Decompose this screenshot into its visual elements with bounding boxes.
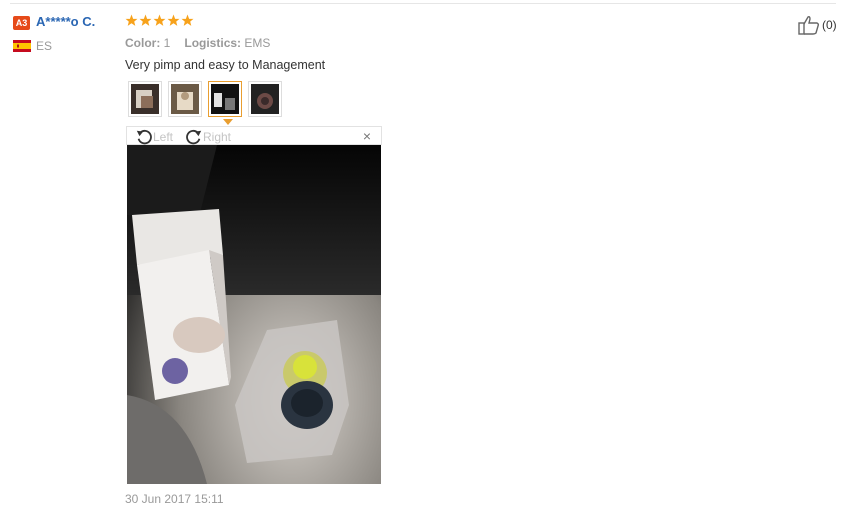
photo-thumbnail-1[interactable]	[128, 81, 162, 117]
thumbs-up-icon	[798, 16, 820, 35]
photo-thumbnail-2[interactable]	[168, 81, 202, 117]
reviewer-country: ES	[36, 39, 53, 53]
star-icon	[139, 14, 152, 26]
level-badge: A3	[13, 16, 30, 30]
attr-logistics: Logistics: EMS	[184, 36, 271, 50]
rotate-left-label: Left	[153, 129, 174, 144]
image-viewer-toolbar: Left Right ×	[126, 126, 382, 145]
rotate-left-icon	[136, 129, 152, 144]
star-icon	[181, 14, 194, 26]
reviewer-name[interactable]: A*****o C.	[36, 14, 95, 29]
spain-flag-icon	[13, 40, 31, 52]
review-date: 30 Jun 2017 15:11	[125, 492, 224, 506]
photo-thumbnail-3[interactable]	[208, 81, 242, 117]
star-rating	[125, 14, 194, 27]
star-icon	[153, 14, 166, 26]
helpful-button[interactable]: (0)	[798, 15, 837, 35]
helpful-count: (0)	[822, 18, 837, 32]
attr-color: Color: 1	[125, 36, 171, 50]
selected-thumbnail-caret	[223, 119, 233, 125]
rotate-right-button[interactable]: Right	[185, 127, 231, 146]
star-icon	[125, 14, 138, 26]
star-icon	[167, 14, 180, 26]
divider	[10, 3, 836, 4]
rotate-left-button[interactable]: Left	[135, 127, 173, 146]
review-photo-illustration	[127, 145, 381, 484]
review-photo-large[interactable]	[127, 145, 381, 484]
review-text: Very pimp and easy to Management	[125, 58, 326, 72]
rotate-right-icon	[186, 129, 202, 144]
photo-thumbnails	[128, 81, 282, 117]
photo-thumbnail-4[interactable]	[248, 81, 282, 117]
close-viewer-button[interactable]: ×	[363, 128, 371, 144]
review-attributes: Color: 1 Logistics: EMS	[125, 36, 270, 50]
rotate-right-label: Right	[203, 129, 232, 144]
